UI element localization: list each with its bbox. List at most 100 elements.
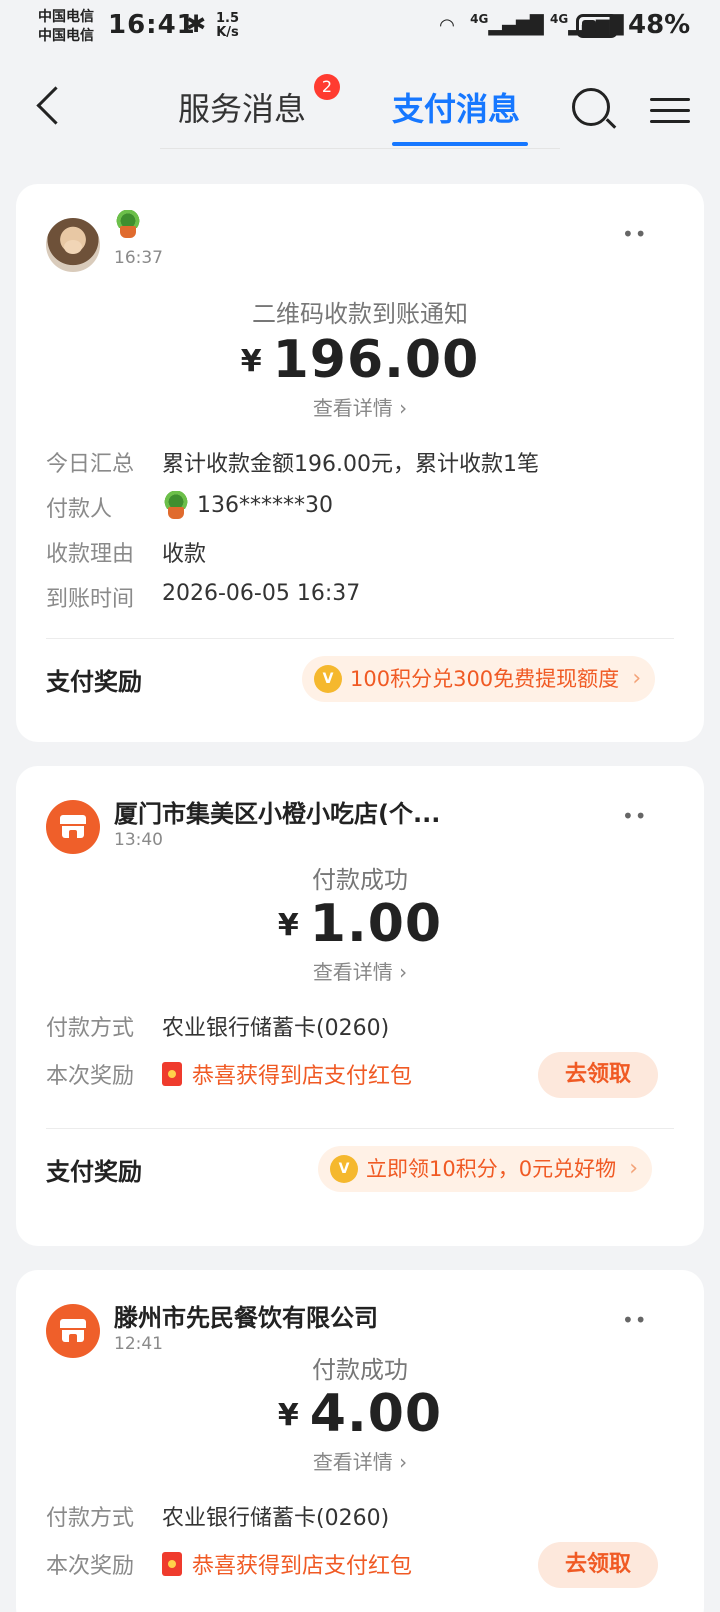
message-card-payment[interactable]: 滕州市先民餐饮有限公司 12:41 •• 付款成功 ¥4.00 查看详情 › 付… (16, 1270, 704, 1612)
coin-icon: V (330, 1155, 358, 1183)
row-key: 本次奖励 (46, 1064, 135, 1089)
row-value: 收款 (162, 542, 207, 567)
tab-divider (160, 148, 560, 149)
reward-promo-text: 100积分兑300免费提现额度 (350, 667, 620, 691)
network-speed-value: 1.5 (216, 11, 240, 26)
chevron-right-icon: › (392, 960, 408, 984)
chevron-right-icon: › (632, 666, 642, 691)
view-details-link[interactable]: 查看详情 › (16, 392, 704, 421)
coin-icon: V (314, 665, 342, 693)
row-key: 到账时间 (46, 587, 135, 612)
message-card-payment[interactable]: 厦门市集美区小橙小吃店(个... 13:40 •• 付款成功 ¥1.00 查看详… (16, 766, 704, 1246)
view-details-link[interactable]: 查看详情 › (16, 956, 704, 985)
menu-button[interactable] (650, 94, 692, 126)
avatar[interactable] (46, 218, 100, 272)
battery-icon (576, 14, 623, 38)
battery-percent: 48% (628, 10, 691, 40)
row-value: 农业银行储蓄卡(0260) (162, 1016, 390, 1041)
currency-symbol: ¥ (277, 908, 300, 943)
detail-row: 付款人 136******30 (46, 491, 674, 525)
row-value: 农业银行储蓄卡(0260) (162, 1506, 390, 1531)
wifi-icon: ◠ (440, 15, 454, 36)
amount: ¥4.00 (16, 1384, 704, 1444)
search-icon-handle (605, 118, 617, 129)
red-envelope-icon (162, 1552, 182, 1576)
view-details-link[interactable]: 查看详情 › (16, 1446, 704, 1475)
signal-4g-label-1: 4G (470, 12, 489, 26)
amount-value: 4.00 (309, 1384, 443, 1444)
row-key: 付款人 (46, 497, 113, 522)
detail-row: 收款理由 收款 (46, 536, 674, 570)
amount: ¥1.00 (16, 894, 704, 954)
reward-label: 支付奖励 (46, 1158, 142, 1186)
merchant-name[interactable]: 滕州市先民餐饮有限公司 (114, 1298, 378, 1333)
reward-promo-text: 立即领10积分，0元兑好物 (366, 1157, 617, 1181)
claim-button[interactable]: 去领取 (538, 1052, 658, 1098)
carrier-labels: 中国电信 中国电信 (38, 8, 94, 46)
message-title: 付款成功 (312, 1356, 408, 1384)
row-value: 累计收款金额196.00元，累计收款1笔 (162, 452, 539, 477)
divider (46, 638, 674, 639)
row-key: 付款方式 (46, 1506, 135, 1531)
message-card-receipt[interactable]: 16:37 •• 二维码收款到账通知 ¥196.00 查看详情 › 今日汇总 累… (16, 184, 704, 742)
more-icon[interactable]: •• (622, 222, 648, 246)
message-time: 16:37 (114, 248, 163, 268)
view-details-label: 查看详情 (312, 960, 393, 984)
menu-icon (650, 98, 690, 101)
tab-payment-messages[interactable]: 支付消息 (392, 84, 520, 130)
message-time: 13:40 (114, 830, 163, 850)
plant-icon (162, 491, 190, 521)
bluetooth-icon: ✱ (186, 10, 207, 38)
active-tab-indicator (392, 142, 528, 146)
amount-value: 196.00 (272, 330, 480, 390)
tab-service-messages[interactable]: 服务消息 (178, 84, 306, 130)
plant-icon (114, 210, 142, 240)
top-nav: 服务消息 2 支付消息 (0, 64, 720, 154)
detail-row: 付款方式 农业银行储蓄卡(0260) (46, 1010, 674, 1044)
payer-phone: 136******30 (197, 493, 333, 518)
detail-row: 付款方式 农业银行储蓄卡(0260) (46, 1500, 674, 1534)
row-value: 2026-06-05 16:37 (162, 581, 361, 606)
search-button[interactable] (572, 88, 617, 130)
signal-4g-label-2: 4G (549, 12, 569, 26)
row-value-payer: 136******30 (162, 491, 333, 521)
view-details-label: 查看详情 (312, 396, 393, 420)
search-icon (572, 88, 610, 126)
message-title: 二维码收款到账通知 (252, 300, 468, 328)
more-icon[interactable]: •• (622, 804, 648, 828)
reward-value: 恭喜获得到店支付红包 (192, 1554, 413, 1579)
view-details-label: 查看详情 (312, 1450, 393, 1474)
network-speed-unit: K/s (216, 25, 239, 40)
chevron-right-icon: › (392, 1450, 408, 1474)
carrier-label-1: 中国电信 (38, 9, 94, 25)
reward-promo-button[interactable]: V 立即领10积分，0元兑好物 › (318, 1146, 653, 1192)
status-time: 16:41 (108, 10, 196, 40)
menu-icon-line (650, 120, 690, 123)
currency-symbol: ¥ (277, 1398, 300, 1433)
back-button[interactable] (30, 84, 64, 130)
row-value-reward: 恭喜获得到店支付红包 (162, 1058, 412, 1090)
red-envelope-icon (162, 1062, 182, 1086)
claim-button[interactable]: 去领取 (538, 1542, 658, 1588)
reward-label: 支付奖励 (46, 668, 142, 696)
more-icon[interactable]: •• (622, 1308, 648, 1332)
detail-row: 今日汇总 累计收款金额196.00元，累计收款1笔 (46, 446, 674, 480)
reward-promo-button[interactable]: V 100积分兑300免费提现额度 › (302, 656, 656, 702)
shop-icon[interactable] (46, 800, 100, 854)
carrier-label-2: 中国电信 (38, 28, 94, 44)
row-key: 本次奖励 (46, 1554, 135, 1579)
status-bar: 中国电信 中国电信 16:41 ✱ 1.5 K/s ◠ 4G▂▄▆█ 4G▂▄▆… (0, 0, 720, 56)
message-title: 付款成功 (312, 866, 408, 894)
amount: ¥196.00 (16, 330, 704, 390)
row-value-reward: 恭喜获得到店支付红包 (162, 1548, 412, 1580)
currency-symbol: ¥ (240, 344, 263, 379)
row-key: 收款理由 (46, 542, 135, 567)
detail-row: 到账时间 2026-06-05 16:37 (46, 581, 674, 615)
chevron-right-icon: › (629, 1156, 639, 1181)
merchant-name[interactable]: 厦门市集美区小橙小吃店(个... (114, 794, 440, 829)
amount-value: 1.00 (309, 894, 443, 954)
divider (46, 1128, 674, 1129)
reward-value: 恭喜获得到店支付红包 (192, 1064, 413, 1089)
menu-icon-line (650, 109, 690, 112)
unread-badge: 2 (314, 74, 340, 100)
